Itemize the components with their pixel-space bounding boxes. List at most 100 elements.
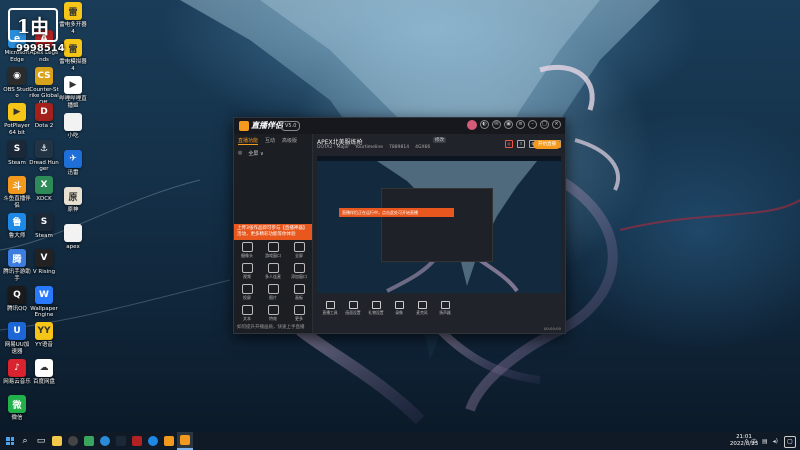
bottom-mic[interactable]: 麦克风 [412, 300, 432, 316]
minimize-icon[interactable]: – [528, 120, 537, 129]
tool-game-window[interactable]: 游戏窗口 [260, 242, 286, 259]
maximize-icon[interactable]: □ [540, 120, 549, 129]
browser-taskbar-icon[interactable] [145, 432, 161, 450]
volume-icon[interactable]: ◂) [773, 438, 778, 445]
start-button[interactable] [3, 432, 17, 450]
desktop-icon-douyu[interactable]: 斗斗鱼直播伴侣 [2, 176, 32, 209]
douyu-taskbar-icon[interactable] [161, 432, 177, 450]
menu-icon[interactable]: ≡ [516, 120, 525, 129]
desktop-icon-file-1[interactable]: 小吃 [58, 113, 88, 140]
desktop-icon-label: Dota 2 [34, 123, 54, 129]
tool-multi-mic[interactable]: 多人连麦 [260, 263, 286, 280]
steam-icon: S [8, 139, 26, 158]
desktop-icon-steam-2[interactable]: S Steam [29, 212, 59, 240]
tab-live-functions[interactable]: 直播功能 [238, 137, 259, 145]
desktop-icon-xunlei[interactable]: ✈ 迅雷 [58, 150, 88, 177]
desktop-icon-dread-hunger[interactable]: ⚓ Dread Hunger [29, 139, 59, 173]
room-category[interactable]: DOTA2 · Major [317, 145, 349, 150]
bottom-record[interactable]: 录像 [389, 300, 409, 316]
xdck-icon: X [35, 176, 53, 194]
visibility-icon[interactable]: ◎ [238, 150, 242, 157]
desktop-icon-netease-music[interactable]: ♪ 网易云音乐 [2, 358, 32, 386]
start-live-button[interactable]: 开始直播 [533, 140, 561, 149]
tool-cast[interactable]: 投屏 [234, 284, 260, 301]
obs-taskbar-icon[interactable] [65, 432, 81, 450]
tool-camera[interactable]: 摄像头 [234, 242, 260, 259]
tab-interaction[interactable]: 互动 [265, 137, 275, 145]
tool-fullscreen[interactable]: 全屏 [286, 242, 312, 259]
mail-icon[interactable]: ✉ [492, 120, 501, 129]
leidian-icon: 雷 [64, 39, 82, 57]
desktop-icon-potplayer[interactable]: ▶ PotPlayer 64 bit [2, 103, 32, 136]
gift-icon[interactable]: ▣ [504, 120, 513, 129]
desktop-icon-bilibili-live[interactable]: ▶ 哔哩哔哩直播姬 [58, 76, 88, 109]
desktop-icon-baidu-netdisk[interactable]: ☁ 百度网盘 [29, 358, 59, 386]
xunlei-icon: ✈ [64, 150, 82, 168]
desktop-icon-wallpaper-engine[interactable]: W Wallpaper Engine [29, 285, 59, 319]
desktop-icon-ludashi[interactable]: 鲁鲁大师 [2, 212, 32, 240]
desktop-icon-csgo[interactable]: CSCounter-Strike Global Off. [29, 66, 59, 107]
desktop-icon-qq[interactable]: Q 腾讯QQ [2, 285, 32, 313]
desktop-icon-wechat[interactable]: 微微信 [2, 395, 32, 422]
bottom-live-tools[interactable]: 直播工具 [320, 300, 340, 316]
clock[interactable]: 21:01 2022/8/23 [724, 434, 764, 448]
close-icon[interactable]: × [552, 120, 561, 129]
overlay-logo: 1由 [8, 8, 58, 42]
desktop-icon-dota[interactable]: D Dota 2 [29, 103, 59, 130]
skin-icon[interactable]: ◐ [480, 120, 489, 129]
apex-taskbar-icon[interactable] [129, 432, 145, 450]
bottom-gift-settings[interactable]: 礼物设置 [366, 300, 386, 316]
room-tag: Yourtimeline [355, 145, 384, 150]
desktop-icon-tencent-gamebox[interactable]: 腾腾讯手游助手 [2, 249, 32, 282]
tool-board[interactable]: 画板 [286, 284, 312, 301]
live-data-icon[interactable]: ◍ [505, 140, 513, 148]
edge-taskbar-icon[interactable] [97, 432, 113, 450]
notification-icon[interactable]: ▢ [784, 436, 796, 448]
help-link[interactable]: 如何提升开播画质，快速上手直播 [237, 324, 305, 330]
multi-mic-icon [267, 263, 279, 273]
nested-notice[interactable]: 直播伴侣正在运行中，点击此处可开始直播 [339, 208, 454, 217]
task-view-icon[interactable]: ▭ [33, 432, 49, 450]
tool-image[interactable]: 图片 [260, 284, 286, 301]
tool-add-window[interactable]: 添加窗口 [286, 263, 312, 280]
tool-video[interactable]: 视频 [234, 263, 260, 280]
record-icon [394, 300, 404, 309]
user-avatar[interactable] [467, 120, 477, 130]
desktop-icon-yy[interactable]: YY YY语音 [29, 322, 59, 349]
steam-taskbar-icon[interactable] [113, 432, 129, 450]
edit-title-button[interactable]: 修改 [433, 137, 446, 143]
tool-more[interactable]: 更多 [286, 305, 312, 322]
cast-icon [241, 284, 253, 294]
bottom-screen-settings[interactable]: 画面设置 [343, 300, 363, 316]
live-streaming-window[interactable]: 直播伴侣 V5.0 ◐ ✉ ▣ ≡ – □ × 直播功能 互动 高级版 ◎ 全屏… [233, 117, 566, 334]
desktop-icon-obs[interactable]: ◉ OBS Studio [2, 66, 32, 100]
desktop-icon-xdck[interactable]: X XDCK [29, 176, 59, 203]
desktop-icon-label: 网易云音乐 [3, 378, 31, 385]
stream-preview[interactable]: 直播伴侣正在运行中，点击此处可开始直播 [317, 156, 561, 293]
app-brand: 直播伴侣 [251, 121, 283, 130]
promo-banner[interactable]: 上传3张作品即可参与【直播神器】活动，更多精彩功能等你体验 [234, 224, 312, 240]
file-explorer-icon[interactable] [49, 432, 65, 450]
desktop-icon-genshin[interactable]: 原原神 [58, 187, 88, 214]
tab-advanced[interactable]: 高级版 [282, 137, 297, 145]
scene-selector[interactable]: 全屏 ∨ [248, 150, 263, 157]
version-badge[interactable]: V5.0 [281, 121, 301, 131]
game-taskbar-icon[interactable] [81, 432, 97, 450]
search-icon[interactable]: ⌕ [17, 432, 33, 450]
app-titlebar[interactable]: 直播伴侣 V5.0 ◐ ✉ ▣ ≡ – □ × [234, 118, 565, 134]
live-companion-taskbar-icon[interactable] [177, 432, 193, 450]
share-icon[interactable]: ⇪ [517, 140, 525, 148]
desktop-icon-file-2[interactable]: apex [58, 224, 88, 251]
tool-effect[interactable]: 特效 [260, 305, 286, 322]
desktop-icon-uu[interactable]: U 网易UU加速器 [2, 322, 32, 355]
desktop-icon-vrising[interactable]: V V Rising [29, 249, 59, 276]
desktop-icon-leidian-multi[interactable]: 雷雷电多开器4 [58, 2, 88, 35]
bottom-speaker[interactable]: 扬声器 [435, 300, 455, 316]
desktop-icon-steam[interactable]: S Steam [2, 139, 32, 167]
tool-label: 视频 [243, 274, 251, 279]
leidian-multi-icon: 雷 [64, 2, 82, 20]
app-logo-icon [239, 121, 249, 131]
yy-icon: YY [35, 322, 53, 340]
tool-text[interactable]: 文本 [234, 305, 260, 322]
desktop-icon-label: V Rising [32, 269, 56, 275]
